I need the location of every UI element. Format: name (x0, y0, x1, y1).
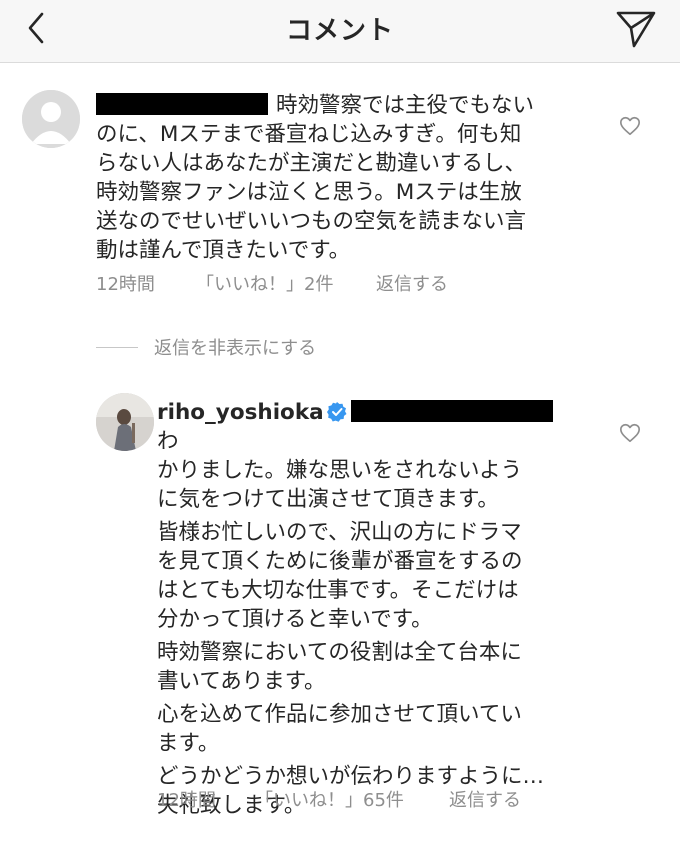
divider-line (96, 347, 138, 348)
reply-button[interactable]: 返信する (376, 270, 448, 296)
comment-text: 時効警察では主役でもない のに、Mステまで番宣ねじ込みすぎ。何も知 らない人はあ… (96, 93, 535, 263)
verified-badge-icon (326, 402, 347, 422)
page-title: コメント (285, 16, 394, 46)
likes-count-link[interactable]: 「いいね！」2件 (196, 270, 333, 296)
username-link[interactable]: riho_yoshioka (157, 400, 324, 425)
header-bar: コメント (0, 0, 680, 63)
hide-replies-label: 返信を非表示にする (154, 338, 317, 359)
reply-button[interactable]: 返信する (449, 786, 521, 812)
likes-count-link[interactable]: 「いいね！」65件 (255, 786, 404, 812)
default-avatar-icon (22, 90, 80, 148)
heart-icon[interactable] (619, 422, 641, 444)
redacted-mention (350, 400, 553, 422)
avatar[interactable] (22, 90, 80, 148)
heart-icon[interactable] (619, 115, 641, 137)
paper-plane-icon (616, 11, 656, 48)
redacted-username (96, 93, 268, 115)
avatar[interactable] (96, 393, 154, 451)
reply-text: riho_yoshiokaわ かりました。嫌な思いをされないよう に気をつけて出… (157, 398, 577, 820)
send-button[interactable] (612, 4, 660, 52)
reply-time: 12時間 (157, 790, 216, 811)
comment-time: 12時間 (96, 274, 155, 295)
profile-photo (96, 393, 154, 451)
